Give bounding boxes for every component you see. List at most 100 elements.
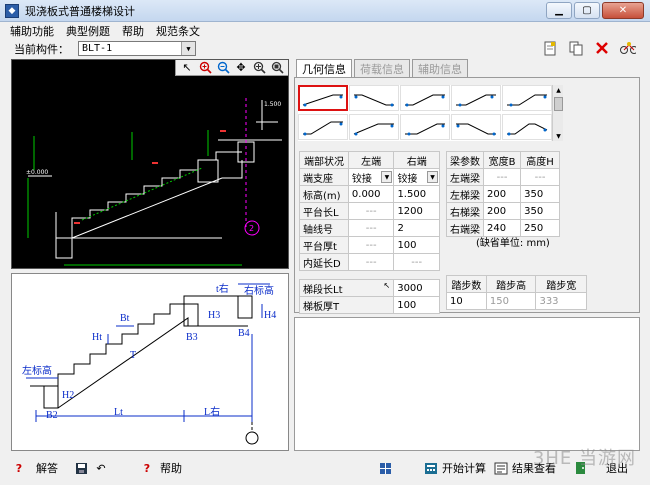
stair-cad-drawing: 2 1.500 ±0.000 bbox=[26, 98, 282, 266]
left-platform-length: --- bbox=[347, 202, 395, 220]
menu-aux[interactable]: 辅助功能 bbox=[10, 23, 54, 39]
app-logo-icon: ◆ bbox=[5, 3, 19, 18]
beam-row-label: 左梯梁 bbox=[446, 185, 484, 203]
slab-thickness-input[interactable]: 100 bbox=[393, 296, 440, 314]
window-title: 现浇板式普通楼梯设计 bbox=[25, 4, 135, 18]
end-row-label: 轴线号 bbox=[299, 219, 349, 237]
settings-button[interactable] bbox=[378, 459, 392, 477]
end-row-label: 内延长D bbox=[299, 253, 349, 271]
end-row-label: 端支座 bbox=[299, 168, 349, 186]
bicycle-icon[interactable] bbox=[620, 40, 636, 56]
units-note: (缺省单位: mm) bbox=[476, 238, 550, 249]
right-axis-number-input[interactable]: 2 bbox=[393, 219, 440, 237]
chevron-down-icon[interactable]: ▼ bbox=[181, 42, 195, 55]
stair-type-3[interactable] bbox=[400, 85, 450, 111]
beam-row-label: 右梯梁 bbox=[446, 202, 484, 220]
minimize-button[interactable]: ▁ bbox=[546, 2, 572, 19]
left-end-beam-height: --- bbox=[520, 168, 560, 186]
pan-icon[interactable]: ✥ bbox=[234, 61, 248, 75]
menu-help[interactable]: 帮助 bbox=[122, 23, 144, 39]
cad-drawing-canvas[interactable]: 2 1.500 ±0.000 ↖ ✥ bbox=[11, 59, 289, 269]
step-header-width: 踏步宽 bbox=[535, 275, 587, 293]
right-elevation-input[interactable]: 1.500 bbox=[393, 185, 440, 203]
component-label: 当前构件： bbox=[14, 43, 69, 56]
new-document-icon[interactable] bbox=[542, 40, 558, 56]
right-stair-beam-width-input[interactable]: 200 bbox=[482, 202, 522, 220]
left-end-beam-width: --- bbox=[482, 168, 522, 186]
stair-type-9[interactable] bbox=[451, 114, 501, 140]
beam-row-label: 左端梁 bbox=[446, 168, 484, 186]
tab-auxiliary[interactable]: 辅助信息 bbox=[412, 59, 468, 77]
label-h4: H4 bbox=[264, 310, 276, 321]
scroll-up-icon[interactable]: ▲ bbox=[554, 86, 563, 94]
answer-button[interactable]: ? 解答 bbox=[12, 459, 58, 477]
help-button[interactable]: ? 帮助 bbox=[140, 459, 182, 477]
stair-type-2[interactable] bbox=[349, 85, 399, 111]
zoom-out-icon[interactable] bbox=[216, 61, 230, 75]
right-support-select[interactable]: 铰接 ▼ bbox=[393, 168, 440, 186]
chevron-down-icon[interactable]: ▼ bbox=[427, 171, 438, 183]
step-height-value: 150 bbox=[485, 292, 537, 310]
help-label: 帮助 bbox=[160, 462, 182, 475]
zoom-in-icon[interactable] bbox=[198, 61, 212, 75]
window-controls: ▁ ▢ ✕ bbox=[546, 2, 644, 19]
maximize-button[interactable]: ▢ bbox=[574, 2, 600, 19]
right-platform-length-input[interactable]: 1200 bbox=[393, 202, 440, 220]
tab-loads[interactable]: 荷载信息 bbox=[354, 59, 410, 77]
right-extension: --- bbox=[393, 253, 440, 271]
end-header-left: 左端 bbox=[347, 151, 395, 169]
tab-geometry[interactable]: 几何信息 bbox=[296, 59, 352, 78]
question-icon: ? bbox=[15, 461, 23, 475]
left-platform-thickness: --- bbox=[347, 236, 395, 254]
save-button[interactable] bbox=[74, 459, 88, 477]
question-icon: ? bbox=[143, 461, 151, 475]
slab-thickness-label: 梯板厚T bbox=[298, 296, 395, 314]
end-row-label: 标高(m) bbox=[299, 185, 349, 203]
calculate-button[interactable]: 开始计算 bbox=[424, 459, 486, 477]
component-value: BLT-1 bbox=[82, 43, 113, 54]
end-row-label: 平台厚t bbox=[299, 236, 349, 254]
step-count-input[interactable]: 10 bbox=[446, 292, 487, 310]
step-header-count: 踏步数 bbox=[446, 275, 487, 293]
zoom-window-icon[interactable] bbox=[252, 61, 266, 75]
stair-type-6[interactable] bbox=[298, 114, 348, 140]
segment-length-label: 梯段长Lt ↖ bbox=[298, 279, 395, 297]
component-select[interactable]: BLT-1 ▼ bbox=[78, 41, 196, 56]
segment-length-input[interactable]: 3000 bbox=[393, 279, 440, 297]
scroll-thumb[interactable] bbox=[554, 97, 563, 111]
axis-number: 2 bbox=[249, 224, 254, 233]
delete-icon[interactable] bbox=[594, 40, 610, 56]
left-support-select[interactable]: 铰接 ▼ bbox=[347, 168, 395, 186]
copy-icon[interactable] bbox=[568, 40, 584, 56]
label-right-elev: 右标高 bbox=[244, 284, 274, 297]
step-header-height: 踏步高 bbox=[485, 275, 537, 293]
left-elevation-input[interactable]: 0.000 bbox=[347, 185, 395, 203]
chevron-down-icon[interactable]: ▼ bbox=[381, 171, 393, 183]
close-button[interactable]: ✕ bbox=[602, 2, 644, 19]
stair-type-5[interactable] bbox=[502, 85, 552, 111]
right-stair-beam-height-input[interactable]: 350 bbox=[520, 202, 560, 220]
label-l-right: L右 bbox=[204, 405, 220, 418]
undo-button[interactable]: ↶ bbox=[94, 459, 108, 477]
menu-examples[interactable]: 典型例题 bbox=[66, 23, 110, 39]
label-bt: Bt bbox=[120, 313, 130, 324]
left-stair-beam-width-input[interactable]: 200 bbox=[482, 185, 522, 203]
right-platform-thickness-input[interactable]: 100 bbox=[393, 236, 440, 254]
zoom-extents-icon[interactable] bbox=[270, 61, 284, 75]
scroll-down-icon[interactable]: ▼ bbox=[554, 132, 563, 140]
menu-codes[interactable]: 规范条文 bbox=[156, 23, 200, 39]
left-stair-beam-height-input[interactable]: 350 bbox=[520, 185, 560, 203]
pointer-icon[interactable]: ↖ bbox=[180, 61, 194, 75]
stair-type-8[interactable] bbox=[400, 114, 450, 140]
left-axis-number: --- bbox=[347, 219, 395, 237]
step-width-value: 333 bbox=[535, 292, 587, 310]
gallery-scrollbar[interactable]: ▲ ▼ bbox=[552, 85, 563, 141]
label-h3: H3 bbox=[208, 310, 220, 321]
stair-type-4[interactable] bbox=[451, 85, 501, 111]
stair-schematic: Bt Ht T H2 B2 Lt B3 H3 t右 右标高 H4 B4 左标高 … bbox=[11, 273, 289, 451]
results-icon bbox=[494, 461, 508, 475]
beam-header-height: 高度H bbox=[520, 151, 560, 169]
stair-type-1[interactable] bbox=[298, 85, 348, 111]
stair-type-10[interactable] bbox=[502, 114, 552, 140]
stair-type-7[interactable] bbox=[349, 114, 399, 140]
